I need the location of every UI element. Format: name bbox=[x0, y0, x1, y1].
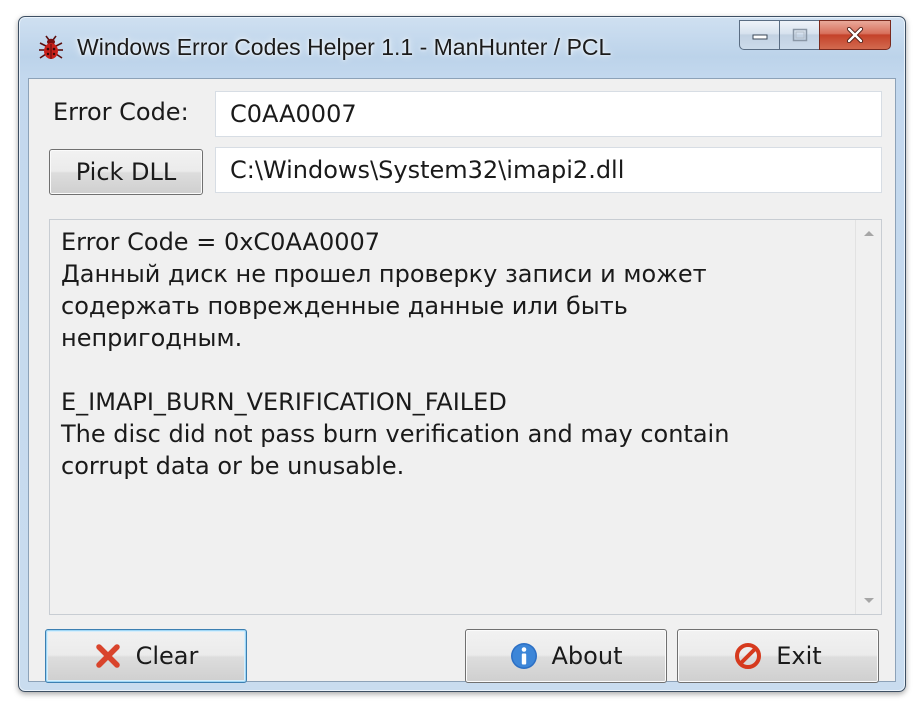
clear-button-label: Clear bbox=[135, 642, 199, 670]
arrow-down-icon bbox=[863, 598, 874, 603]
title-bar[interactable]: Windows Error Codes Helper 1.1 - ManHunt… bbox=[19, 17, 905, 77]
red-x-icon bbox=[95, 644, 120, 668]
about-button[interactable]: About bbox=[465, 629, 667, 683]
scroll-down-button[interactable] bbox=[856, 588, 881, 614]
vertical-scrollbar[interactable] bbox=[855, 220, 881, 614]
maximize-button[interactable] bbox=[779, 20, 819, 50]
close-button[interactable] bbox=[819, 20, 891, 50]
clear-button[interactable]: Clear bbox=[45, 629, 247, 683]
exit-button-label: Exit bbox=[776, 642, 822, 670]
maximize-icon bbox=[792, 28, 807, 42]
error-code-input[interactable]: C0AA0007 bbox=[215, 91, 882, 137]
window-title: Windows Error Codes Helper 1.1 - ManHunt… bbox=[77, 34, 612, 60]
error-code-label: Error Code: bbox=[53, 98, 189, 126]
close-icon bbox=[846, 27, 864, 43]
dll-path-field[interactable]: C:\Windows\System32\imapi2.dll bbox=[215, 147, 882, 193]
no-entry-icon bbox=[735, 643, 762, 669]
result-text: Error Code = 0xC0AA0007 Данный диск не п… bbox=[61, 228, 730, 480]
info-icon bbox=[510, 643, 537, 669]
scroll-up-button[interactable] bbox=[856, 220, 881, 246]
caption-buttons bbox=[739, 20, 891, 50]
app-window: Windows Error Codes Helper 1.1 - ManHunt… bbox=[18, 16, 906, 692]
arrow-up-icon bbox=[863, 231, 874, 236]
exit-button[interactable]: Exit bbox=[677, 629, 879, 683]
result-textbox[interactable]: Error Code = 0xC0AA0007 Данный диск не п… bbox=[49, 219, 882, 615]
client-area: Error Code: C0AA0007 Pick DLL C:\Windows… bbox=[28, 78, 896, 683]
about-button-label: About bbox=[551, 642, 623, 670]
minimize-icon bbox=[752, 34, 767, 40]
bug-icon bbox=[39, 35, 63, 59]
pick-dll-button[interactable]: Pick DLL bbox=[49, 149, 203, 195]
minimize-button[interactable] bbox=[739, 20, 779, 50]
